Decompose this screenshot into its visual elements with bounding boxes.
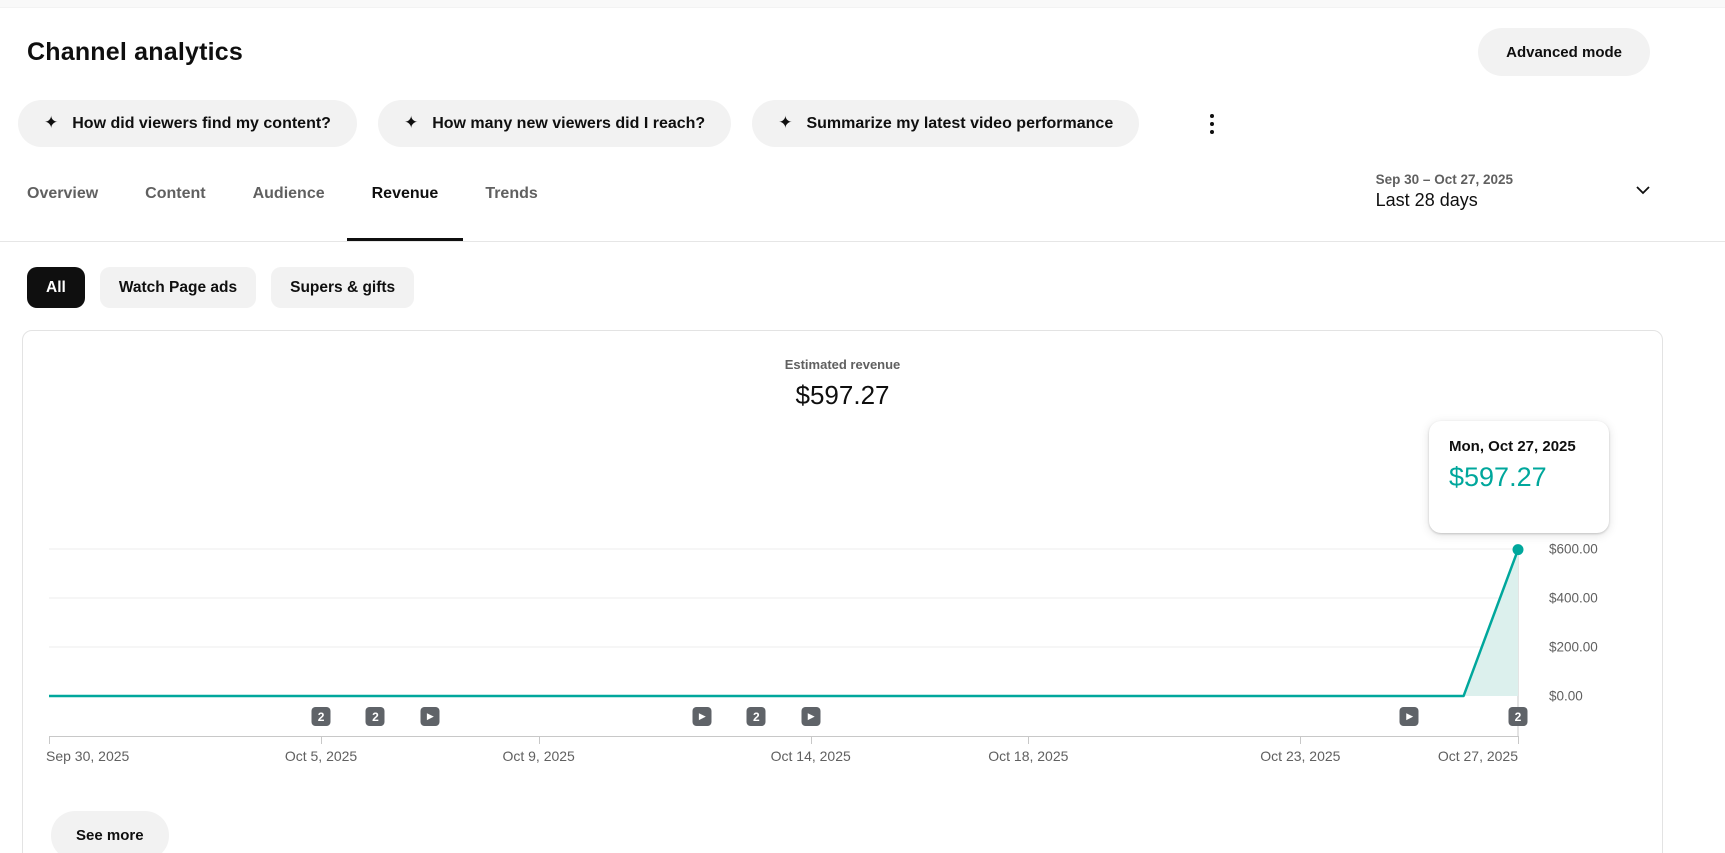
x-axis-line xyxy=(49,736,1518,737)
x-axis-tick xyxy=(1300,736,1302,744)
y-axis-label: $0.00 xyxy=(1549,688,1583,704)
analytics-tab-bar: Overview Content Audience Revenue Trends Sep… xyxy=(0,172,1725,242)
y-axis-label: $600.00 xyxy=(1549,541,1598,557)
x-axis-tick xyxy=(810,736,812,744)
x-axis-tick xyxy=(538,736,540,744)
suggestion-chips: ✦ How did viewers find my content? ✦ How ma… xyxy=(18,100,1160,147)
page-title: Channel analytics xyxy=(27,37,243,66)
suggestion-chip-label: How did viewers find my content? xyxy=(72,114,331,132)
metric-value: $597.27 xyxy=(795,380,890,410)
video-published-badge[interactable]: ▶ xyxy=(1399,707,1419,726)
tab-trends[interactable]: Trends xyxy=(485,185,537,241)
chevron-down-icon[interactable] xyxy=(1631,178,1655,207)
y-axis-label: $200.00 xyxy=(1549,639,1598,655)
metric-label: Estimated revenue xyxy=(784,357,901,372)
advanced-mode-button[interactable]: Advanced mode xyxy=(1478,28,1650,76)
header: Channel analytics Advanced mode xyxy=(0,28,1725,76)
tooltip-date: Mon, Oct 27, 2025 xyxy=(1449,438,1576,455)
estimated-revenue-card: Estimated revenue $597.27 $600.00 $400.00… xyxy=(22,330,1663,853)
tab-content[interactable]: Content xyxy=(145,185,205,241)
filter-chip-all[interactable]: All xyxy=(27,267,85,308)
suggestion-chip-3[interactable]: ✦ Summarize my latest video performance xyxy=(752,100,1140,147)
date-range-picker[interactable]: Sep 30 – Oct 27, 2025 Last 28 days xyxy=(1376,172,1655,211)
x-axis-label: Oct 5, 2025 xyxy=(284,748,358,764)
date-range-text: Sep 30 – Oct 27, 2025 xyxy=(1375,172,1513,187)
play-icon: ▶ xyxy=(807,711,815,722)
play-icon: ▶ xyxy=(426,711,434,722)
tooltip-value: $597.27 xyxy=(1449,462,1547,492)
x-axis-label: Oct 14, 2025 xyxy=(770,748,851,764)
kebab-menu-icon[interactable] xyxy=(1202,106,1222,142)
x-axis-tick xyxy=(1028,736,1030,744)
page-top-strip xyxy=(0,0,1725,8)
sparkle-icon: ✦ xyxy=(44,113,59,133)
play-icon: ▶ xyxy=(1406,711,1414,722)
video-published-badge[interactable]: ▶ xyxy=(692,707,712,726)
metric-tab-estimated-revenue[interactable]: Estimated revenue $597.27 xyxy=(23,357,1662,411)
video-count-badge[interactable]: 2 xyxy=(311,707,331,726)
video-count-badge[interactable]: 2 xyxy=(746,707,766,726)
play-icon: ▶ xyxy=(698,711,706,722)
suggestion-chip-label: How many new viewers did I reach? xyxy=(432,114,706,132)
badge-count: 2 xyxy=(1514,709,1522,724)
date-range-preset: Last 28 days xyxy=(1375,190,1478,210)
x-axis-label: Oct 23, 2025 xyxy=(1260,748,1341,764)
ai-suggestions-row: ✦ How did viewers find my content? ✦ How ma… xyxy=(0,100,1725,147)
revenue-line xyxy=(49,549,1520,698)
x-axis-label: Oct 18, 2025 xyxy=(988,748,1069,764)
x-axis-tick xyxy=(1518,736,1519,744)
video-count-badge[interactable]: 2 xyxy=(1508,707,1528,726)
revenue-line-plot xyxy=(49,544,1524,736)
badge-count: 2 xyxy=(372,709,379,724)
sparkle-icon: ✦ xyxy=(778,113,793,133)
revenue-chart[interactable]: $600.00 $400.00 $200.00 $0.00 Sep 30, 2025 Oc… xyxy=(46,537,1644,807)
revenue-area-fill xyxy=(49,549,1518,696)
sparkle-icon: ✦ xyxy=(403,113,419,133)
video-published-badge[interactable]: ▶ xyxy=(801,707,821,726)
revenue-filter-chips: All Watch Page ads Supers & gifts xyxy=(0,267,1725,308)
highlighted-data-point[interactable] xyxy=(1512,544,1524,556)
suggestion-chip-1[interactable]: ✦ How did viewers find my content? xyxy=(18,100,357,147)
badge-count: 2 xyxy=(752,709,760,724)
badge-count: 2 xyxy=(317,709,325,724)
x-axis-label: Sep 30, 2025 xyxy=(46,748,130,764)
tab-overview[interactable]: Overview xyxy=(27,185,98,241)
x-axis-label: Oct 9, 2025 xyxy=(502,748,575,764)
x-axis-tick xyxy=(49,736,50,744)
video-published-badge[interactable]: ▶ xyxy=(420,707,440,726)
video-count-badge[interactable]: 2 xyxy=(365,707,385,726)
chart-tooltip: Mon, Oct 27, 2025 $597.27 xyxy=(1429,421,1609,533)
filter-chip-supers-gifts[interactable]: Supers & gifts xyxy=(271,267,415,308)
x-axis-tick xyxy=(321,736,323,744)
filter-chip-watch-page-ads[interactable]: Watch Page ads xyxy=(99,267,257,308)
suggestion-chip-2[interactable]: ✦ How many new viewers did I reach? xyxy=(377,100,732,147)
tab-revenue[interactable]: Revenue xyxy=(346,185,463,241)
x-axis-label: Oct 27, 2025 xyxy=(1437,748,1518,764)
tab-audience[interactable]: Audience xyxy=(253,185,325,241)
see-more-button[interactable]: See more xyxy=(51,811,169,853)
suggestion-chip-label: Summarize my latest video performance xyxy=(806,114,1114,132)
y-axis-label: $400.00 xyxy=(1549,590,1598,606)
